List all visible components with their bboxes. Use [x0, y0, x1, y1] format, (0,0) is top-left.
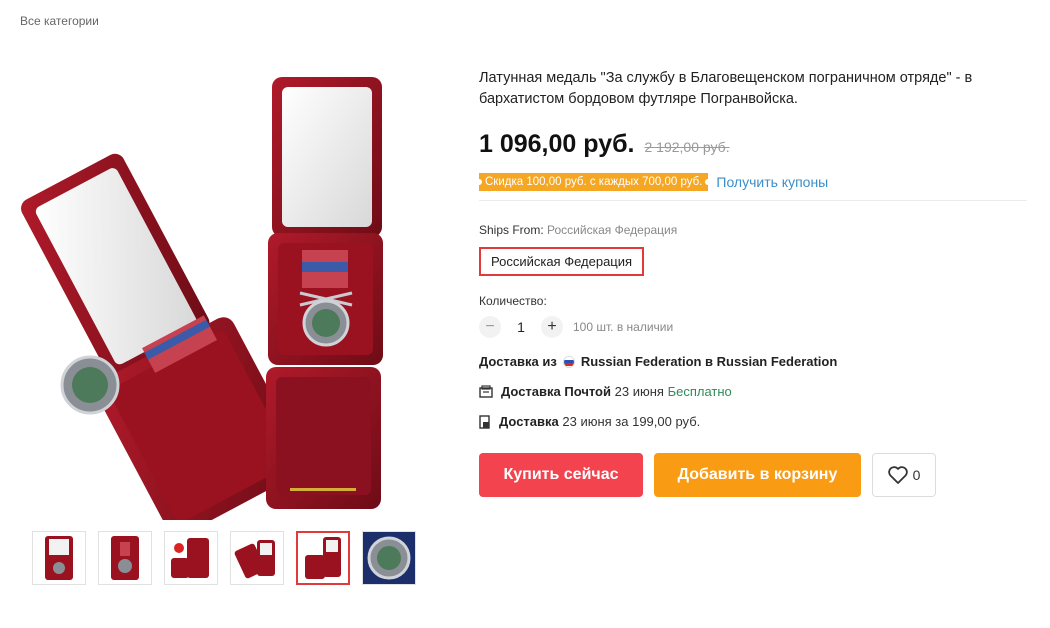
- thumbnail-6[interactable]: [362, 531, 416, 585]
- delivery-post-price: Бесплатно: [667, 384, 732, 399]
- add-to-cart-button[interactable]: Добавить в корзину: [654, 453, 861, 497]
- thumbnail-3[interactable]: [164, 531, 218, 585]
- delivery-route: Доставка из Russian Federation в Russian…: [479, 354, 1029, 369]
- product-gallery: [20, 55, 440, 525]
- delivery-post-label: Доставка Почтой: [501, 384, 611, 399]
- ships-from: Ships From: Российская Федерация: [479, 223, 1029, 237]
- wishlist-count: 0: [912, 467, 921, 483]
- breadcrumb[interactable]: Все категории: [20, 14, 99, 28]
- thumbnail-5-selected[interactable]: [296, 531, 350, 585]
- thumbnail-1[interactable]: [32, 531, 86, 585]
- delivery-icon: [479, 414, 490, 429]
- russia-flag-icon: [562, 355, 575, 368]
- delivery-date: 23 июня за 199,00 руб.: [562, 414, 701, 429]
- coupon-badge: Скидка 100,00 руб. с каждых 700,00 руб.: [479, 173, 709, 191]
- quantity-label: Количество:: [479, 294, 547, 308]
- current-price: 1 096,00 руб.: [479, 130, 635, 158]
- delivery-from-route: Russian Federation в Russian Federation: [580, 354, 838, 369]
- thumbnail-strip: [32, 531, 416, 585]
- ships-from-option[interactable]: Российская Федерация: [479, 247, 645, 276]
- old-price: 2 192,00 руб.: [644, 139, 730, 155]
- get-coupons-link[interactable]: Получить купоны: [716, 174, 828, 190]
- delivery-post-line: Доставка Почтой 23 июня Бесплатно: [479, 384, 1029, 399]
- delivery-post-date: 23 июня: [614, 384, 664, 399]
- stock-count: 100 шт. в наличии: [573, 320, 674, 334]
- buy-now-button[interactable]: Купить сейчас: [479, 453, 643, 497]
- wishlist-button[interactable]: 0: [872, 453, 936, 497]
- delivery-from-prefix: Доставка из: [479, 354, 557, 369]
- quantity-stepper: − 1 + 100 шт. в наличии: [479, 316, 1029, 338]
- delivery-label: Доставка: [499, 414, 559, 429]
- delivery-courier-line: Доставка 23 июня за 199,00 руб.: [479, 414, 1029, 429]
- main-product-image[interactable]: [20, 55, 440, 520]
- quantity-value[interactable]: 1: [511, 319, 531, 335]
- coupon-row: Скидка 100,00 руб. с каждых 700,00 руб. …: [479, 173, 1029, 191]
- heart-icon: [887, 466, 908, 484]
- ships-from-value: Российская Федерация: [547, 223, 678, 237]
- price-row: 1 096,00 руб. 2 192,00 руб.: [479, 130, 1029, 159]
- actions: Купить сейчас Добавить в корзину 0: [479, 453, 1029, 497]
- plus-icon[interactable]: +: [541, 316, 563, 338]
- divider: [479, 200, 1027, 201]
- post-icon: [479, 385, 493, 398]
- ships-from-label: Ships From:: [479, 223, 544, 237]
- thumbnail-4[interactable]: [230, 531, 284, 585]
- product-info: Латунная медаль "За службу в Благовещенс…: [479, 68, 1029, 497]
- product-title: Латунная медаль "За службу в Благовещенс…: [479, 70, 973, 107]
- thumbnail-2[interactable]: [98, 531, 152, 585]
- minus-icon[interactable]: −: [479, 316, 501, 338]
